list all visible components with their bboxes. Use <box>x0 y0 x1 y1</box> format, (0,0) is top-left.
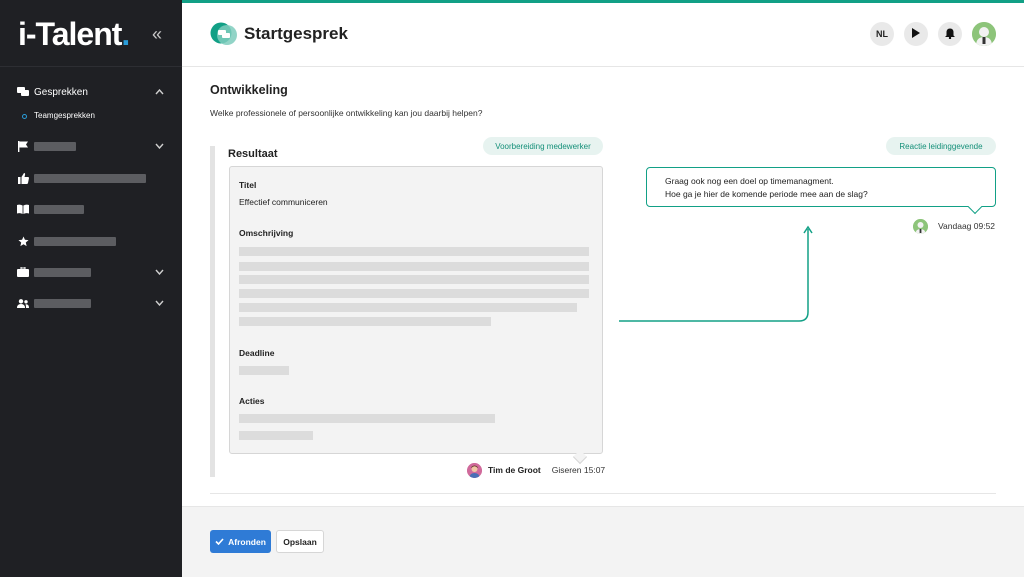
sidebar-item-flag[interactable] <box>0 134 182 158</box>
sidebar: i-Talent. « Gesprekken Teamgesprekken <box>0 0 182 577</box>
description-placeholder-line <box>239 303 577 312</box>
chat-bubbles-icon <box>17 86 29 98</box>
finish-button[interactable]: Afronden <box>210 530 271 553</box>
sidebar-subitem-label: Teamgesprekken <box>34 111 95 120</box>
save-button[interactable]: Opslaan <box>276 530 324 553</box>
chevron-down-icon[interactable] <box>155 141 164 152</box>
header: Startgesprek NL <box>182 3 1024 67</box>
sidebar-item-label: Gesprekken <box>34 86 88 98</box>
sidebar-item-thumbs[interactable] <box>0 166 182 190</box>
conversation-icon <box>210 22 238 46</box>
section-title: Ontwikkeling <box>210 83 288 97</box>
description-placeholder-line <box>239 262 589 271</box>
avatar <box>913 218 928 234</box>
finish-button-label: Afronden <box>228 536 266 547</box>
star-icon <box>17 235 29 247</box>
section-rule <box>210 146 215 477</box>
description-placeholder-line <box>239 275 589 284</box>
page-title: Startgesprek <box>244 24 348 43</box>
circle-icon <box>22 114 27 119</box>
check-icon <box>215 537 224 547</box>
sidebar-item-star[interactable] <box>0 229 182 253</box>
play-button[interactable] <box>904 22 928 46</box>
connector-arrow <box>619 225 813 322</box>
description-label: Omschrijving <box>239 228 294 238</box>
people-icon <box>17 297 29 309</box>
notifications-button[interactable] <box>938 22 962 46</box>
play-icon <box>912 28 920 40</box>
result-title: Resultaat <box>228 148 278 160</box>
chevron-down-icon[interactable] <box>155 298 164 309</box>
reaction-line: Graag ook nog een doel op timemanagment. <box>665 176 834 186</box>
description-placeholder-line <box>239 317 491 326</box>
deadline-label: Deadline <box>239 348 275 358</box>
description-placeholder-line <box>239 289 589 298</box>
sidebar-subitem-teamgesprekken[interactable]: Teamgesprekken <box>0 110 182 124</box>
sidebar-item-people[interactable] <box>0 291 182 315</box>
double-chevron-left-icon[interactable]: « <box>152 24 162 45</box>
author-name: Tim de Groot <box>488 465 541 475</box>
sidebar-divider <box>0 66 182 67</box>
author-timestamp: Giseren 15:07 <box>551 465 606 475</box>
sidebar-item-label <box>34 298 91 308</box>
deadline-placeholder <box>239 366 289 375</box>
question-text: Welke professionele of persoonlijke ontw… <box>210 108 483 118</box>
manager-reaction-bubble: Graag ook nog een doel op timemanagment.… <box>646 167 996 207</box>
user-avatar[interactable] <box>972 22 996 46</box>
actions-placeholder-line <box>239 431 313 440</box>
actions-placeholder-line <box>239 414 495 423</box>
sidebar-item-label <box>34 236 116 246</box>
reaction-line: Hoe ga je hier de komende periode mee aa… <box>665 189 868 199</box>
sidebar-item-gesprekken[interactable]: Gesprekken <box>0 80 182 104</box>
logo[interactable]: i-Talent. <box>18 16 130 53</box>
actions-label: Acties <box>239 396 265 406</box>
sidebar-item-label <box>34 141 76 151</box>
chevron-up-icon[interactable] <box>155 87 164 98</box>
sidebar-item-label <box>34 267 91 277</box>
flag-icon <box>17 140 29 152</box>
sidebar-item-label <box>34 173 146 183</box>
title-label: Titel <box>239 180 257 190</box>
language-button[interactable]: NL <box>870 22 894 46</box>
content-divider <box>210 493 996 494</box>
manager-reaction-badge: Reactie leidinggevende <box>886 137 996 155</box>
thumbs-up-icon <box>17 172 29 184</box>
book-icon <box>17 203 29 215</box>
employee-preparation-badge: Voorbereiding medewerker <box>483 137 603 155</box>
description-placeholder-line <box>239 247 589 256</box>
sidebar-item-book[interactable] <box>0 197 182 221</box>
sidebar-item-label <box>34 204 84 214</box>
author-meta: Tim de Groot Giseren 15:07 <box>467 462 605 478</box>
briefcase-icon <box>17 266 29 278</box>
avatar <box>467 462 482 478</box>
sidebar-item-briefcase[interactable] <box>0 260 182 284</box>
reply-meta: Vandaag 09:52 <box>913 218 995 234</box>
title-value: Effectief communiceren <box>239 197 328 207</box>
chevron-down-icon[interactable] <box>155 267 164 278</box>
reply-timestamp: Vandaag 09:52 <box>938 221 996 231</box>
bell-icon <box>945 28 955 41</box>
